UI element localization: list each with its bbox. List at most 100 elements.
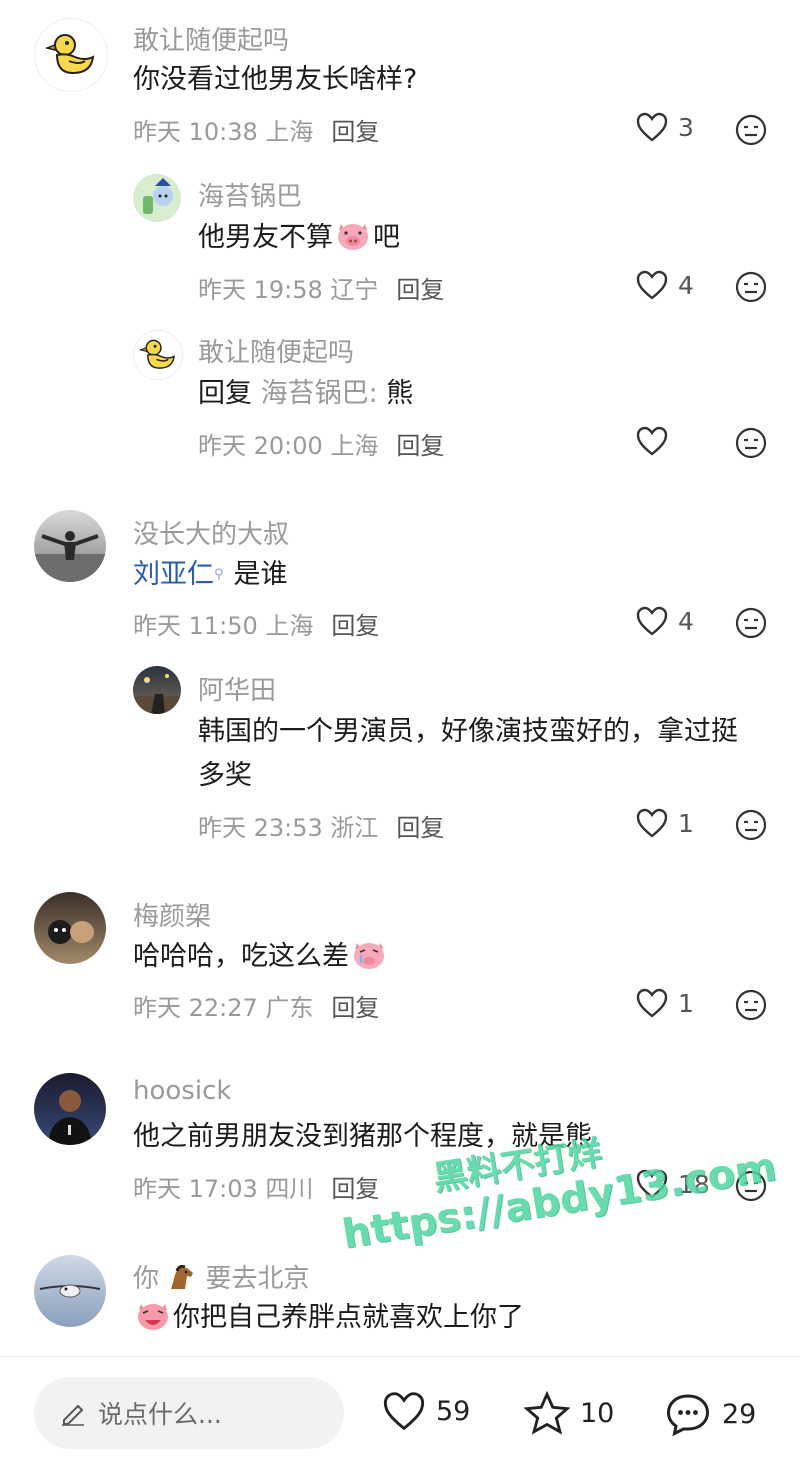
cartoon-avatar-icon [133, 174, 181, 222]
like-button[interactable]: 3 [636, 112, 694, 142]
avatar[interactable] [34, 1255, 106, 1327]
neutral-face-icon[interactable] [735, 989, 767, 1021]
reply-button[interactable]: 回复 [331, 1175, 379, 1203]
comment-text: 韩国的一个男演员，好像演技蛮好的，拿过挺 多奖 [198, 710, 778, 798]
reply-prefix: 回复 [198, 378, 252, 409]
reply-button[interactable]: 回复 [396, 814, 444, 842]
like-button[interactable]: 1 [636, 988, 694, 1018]
like-count: 4 [678, 606, 694, 636]
avatar[interactable] [34, 1073, 106, 1145]
text-segment: 熊 [386, 378, 414, 409]
timestamp-location: 昨天 17:03 四川 [133, 1175, 314, 1203]
neutral-face-icon[interactable] [735, 427, 767, 459]
like-count: 3 [678, 112, 694, 142]
timestamp-location: 昨天 19:58 辽宁 [198, 276, 379, 304]
photo-avatar-icon [48, 1090, 92, 1145]
text-line: 韩国的一个男演员，好像演技蛮好的，拿过挺 [198, 716, 738, 747]
pig-crying-emoji-icon [354, 943, 384, 969]
comment-action[interactable]: 29 [664, 1391, 756, 1437]
comment-meta: 昨天 22:27 广东 回复 [133, 988, 379, 1023]
username[interactable]: 敢让随便起吗 [133, 20, 289, 57]
neutral-face-icon[interactable] [735, 271, 767, 303]
reply-button[interactable]: 回复 [331, 994, 379, 1022]
photo-avatar-icon [39, 1284, 101, 1298]
favorite-action[interactable]: 10 [524, 1391, 614, 1435]
comment-text: 他男友不算 吧 [198, 216, 400, 260]
comment-meta: 昨天 19:58 辽宁 回复 [198, 270, 444, 305]
comment-text: 回复 海苔锅巴: 熊 [198, 372, 413, 416]
username[interactable]: 敢让随便起吗 [198, 332, 354, 369]
text-segment: 是谁 [233, 559, 288, 590]
comment-meta: 昨天 10:38 上海 回复 [133, 112, 379, 147]
favorite-total: 10 [580, 1397, 615, 1429]
reply-button[interactable]: 回复 [331, 118, 379, 146]
username[interactable]: 梅颜槊 [133, 896, 211, 933]
heart-outline-icon [636, 270, 668, 300]
comment-meta: 昨天 11:50 上海 回复 [133, 606, 379, 641]
comment-placeholder: 说点什么... [98, 1400, 222, 1429]
comment-meta: 昨天 23:53 浙江 回复 [198, 808, 444, 843]
reply-target-name[interactable]: 海苔锅巴: [261, 378, 378, 409]
neutral-face-icon[interactable] [735, 607, 767, 639]
like-button[interactable]: 4 [636, 606, 694, 636]
like-count: 1 [678, 988, 694, 1018]
duck-avatar-icon [139, 339, 175, 369]
heart-outline-icon [636, 112, 668, 142]
username[interactable]: 海苔锅巴 [198, 176, 302, 213]
photo-avatar-icon [48, 920, 94, 944]
comment-text: 你把自己养胖点就喜欢上你了 [133, 1296, 524, 1340]
text-segment: 他男友不算 [198, 222, 333, 253]
heart-outline-icon [636, 808, 668, 838]
reply-button[interactable]: 回复 [396, 432, 444, 460]
avatar[interactable] [133, 666, 181, 714]
like-button[interactable]: 1 [636, 808, 694, 838]
bottom-comment-bar: 说点什么... 59 10 29 [0, 1356, 800, 1465]
like-total: 59 [436, 1395, 471, 1427]
comment-input[interactable]: 说点什么... [34, 1377, 344, 1449]
avatar[interactable] [133, 330, 183, 380]
comment-meta: 昨天 17:03 四川 回复 [133, 1169, 379, 1204]
mention-link[interactable]: 刘亚仁 [133, 559, 214, 590]
heart-outline-icon [636, 988, 668, 1018]
avatar[interactable] [133, 174, 181, 222]
username[interactable]: 阿华田 [198, 670, 276, 707]
pig-laughing-emoji-icon [138, 1304, 168, 1330]
text-segment: 你 [133, 1264, 160, 1294]
timestamp-location: 昨天 23:53 浙江 [198, 814, 379, 842]
text-segment: 吧 [373, 222, 400, 253]
text-segment: 哈哈哈，吃这么差 [133, 941, 349, 972]
comment-text: 你没看过他男友长啥样? [133, 64, 418, 95]
reply-button[interactable]: 回复 [396, 276, 444, 304]
photo-avatar-icon [133, 674, 181, 714]
like-action[interactable]: 59 [382, 1391, 470, 1431]
chat-bubble-icon [666, 1394, 710, 1437]
timestamp-location: 昨天 11:50 上海 [133, 612, 314, 640]
avatar[interactable] [34, 892, 106, 964]
comment-meta: 昨天 20:00 上海 回复 [198, 426, 444, 461]
pig-emoji-icon [338, 224, 368, 250]
reply-button[interactable]: 回复 [331, 612, 379, 640]
avatar[interactable] [34, 18, 108, 92]
timestamp-location: 昨天 20:00 上海 [198, 432, 379, 460]
text-line: 多奖 [198, 760, 252, 791]
text-segment: 要去北京 [205, 1264, 310, 1294]
photo-avatar-icon [34, 531, 106, 582]
heart-outline-icon [636, 606, 668, 636]
neutral-face-icon[interactable] [735, 809, 767, 841]
timestamp-location: 昨天 10:38 上海 [133, 118, 314, 146]
username[interactable]: hoosick [133, 1076, 231, 1106]
star-outline-icon [524, 1391, 570, 1435]
comment-total: 29 [722, 1398, 757, 1430]
neutral-face-icon[interactable] [735, 114, 767, 146]
like-button[interactable]: 4 [636, 270, 694, 300]
pencil-icon [62, 1404, 84, 1426]
horse-emoji-icon [171, 1265, 194, 1289]
avatar[interactable] [34, 510, 106, 582]
like-button[interactable] [636, 426, 678, 456]
like-count: 1 [678, 808, 694, 838]
text-segment: 你把自己养胖点就喜欢上你了 [173, 1302, 524, 1333]
username[interactable]: 没长大的大叔 [133, 514, 289, 551]
search-icon: ⚲ [214, 567, 224, 582]
username[interactable]: 你 要去北京 [133, 1258, 310, 1295]
like-count: 4 [678, 270, 694, 300]
